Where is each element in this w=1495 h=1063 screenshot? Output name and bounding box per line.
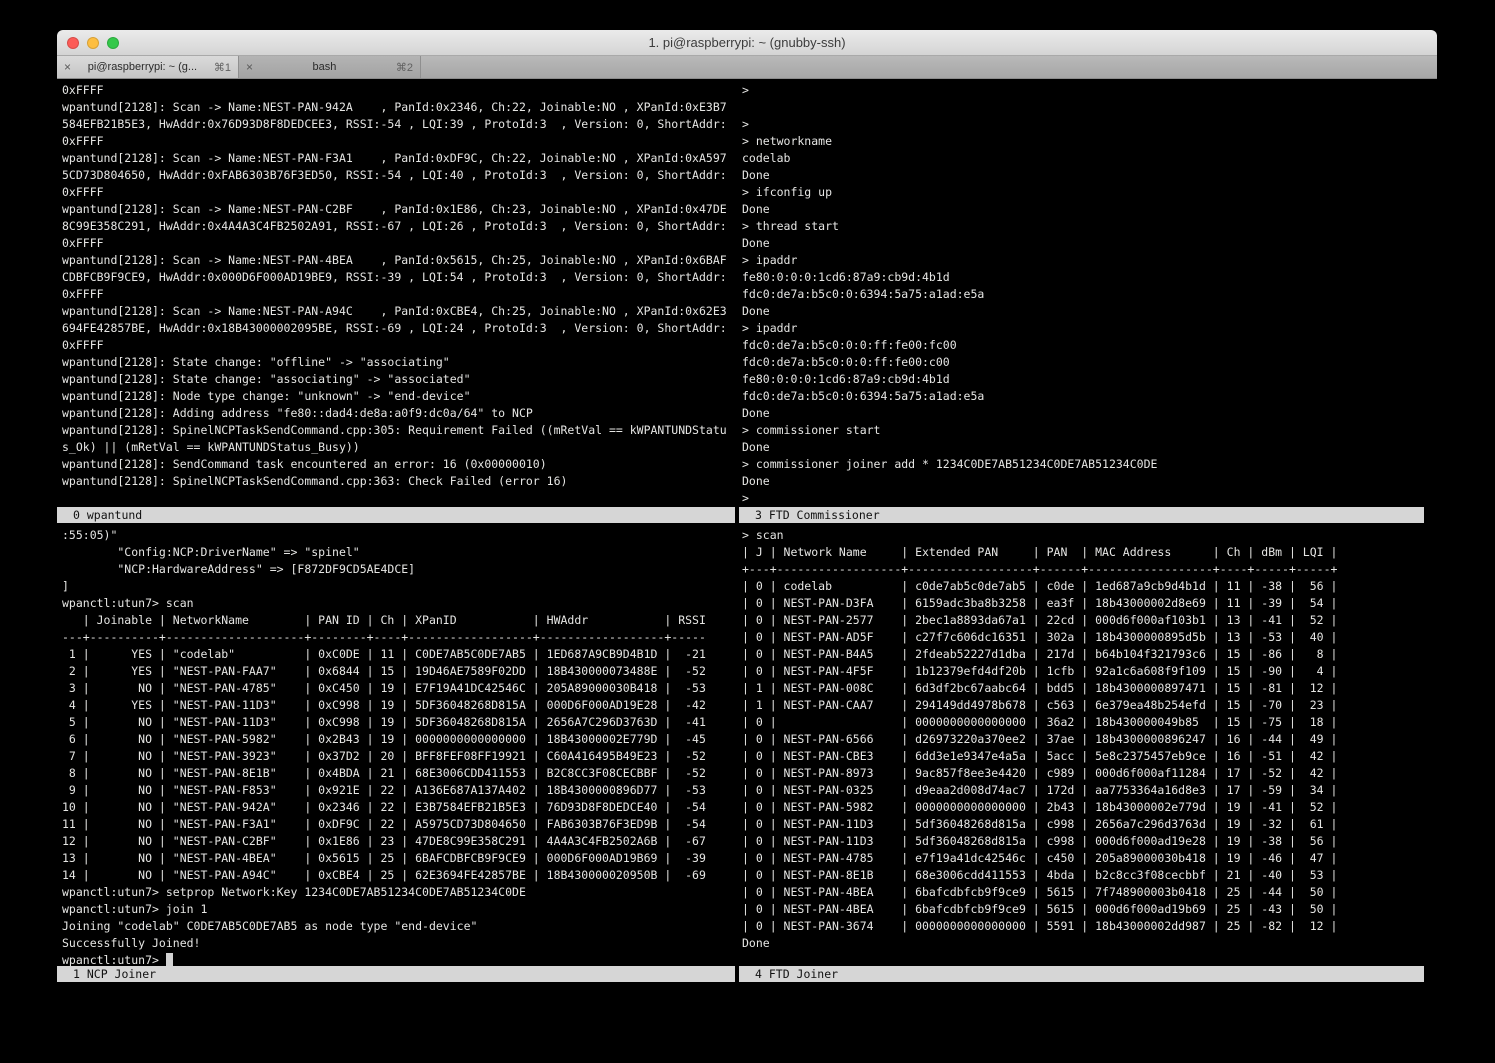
tab-label: pi@raspberrypi: ~ (g... (77, 61, 208, 73)
desktop-background: 1. pi@raspberrypi: ~ (gnubby-ssh) × pi@r… (0, 0, 1495, 1063)
tab-shortcut: ⌘2 (396, 61, 413, 74)
pane-wpantund: 0xFFFF wpantund[2128]: Scan -> Name:NEST… (57, 79, 735, 523)
traffic-lights (67, 30, 119, 55)
pane-ftd-commissioner-statusbar: 3 FTD Commissioner (739, 507, 1424, 523)
tab-terminal-2[interactable]: × bash ⌘2 (239, 56, 421, 78)
tab-label: bash (259, 61, 390, 73)
tab-close-icon[interactable]: × (64, 60, 71, 74)
empty-terminal-area (739, 982, 1424, 1063)
tab-bar: × pi@raspberrypi: ~ (g... ⌘1 × bash ⌘2 (57, 56, 1437, 79)
pane-wpantund-output[interactable]: 0xFFFF wpantund[2128]: Scan -> Name:NEST… (57, 79, 735, 507)
tab-close-icon[interactable]: × (246, 60, 253, 74)
pane-wpantund-statusbar: 0 wpantund (57, 507, 735, 523)
pane-status-label: 3 FTD Commissioner (755, 508, 880, 522)
tab-terminal-1[interactable]: × pi@raspberrypi: ~ (g... ⌘1 (57, 56, 239, 78)
zoom-button[interactable] (107, 37, 119, 49)
pane-status-label: 4 FTD Joiner (755, 967, 838, 981)
pane-ftd-joiner-statusbar: 4 FTD Joiner (739, 966, 1424, 982)
window-title: 1. pi@raspberrypi: ~ (gnubby-ssh) (648, 35, 845, 50)
window-titlebar[interactable]: 1. pi@raspberrypi: ~ (gnubby-ssh) (57, 30, 1437, 56)
terminal-area: 0xFFFF wpantund[2128]: Scan -> Name:NEST… (57, 79, 1437, 1063)
text-cursor (166, 953, 173, 966)
pane-ftd-joiner-output[interactable]: > scan | J | Network Name | Extended PAN… (739, 523, 1424, 966)
pane-ncp-joiner-output[interactable]: :55:05)" "Config:NCP:DriverName" => "spi… (57, 523, 735, 966)
left-pane-column: 0xFFFF wpantund[2128]: Scan -> Name:NEST… (57, 79, 735, 1063)
pane-ftd-joiner: > scan | J | Network Name | Extended PAN… (739, 523, 1424, 982)
right-pane-column: > > > networkname codelab Done > ifconfi… (739, 79, 1437, 1063)
pane-ncp-joiner-statusbar: 1 NCP Joiner (57, 966, 735, 982)
empty-terminal-area (57, 982, 735, 1063)
pane-ftd-commissioner: > > > networkname codelab Done > ifconfi… (739, 79, 1424, 523)
pane-ftd-commissioner-output[interactable]: > > > networkname codelab Done > ifconfi… (739, 79, 1424, 507)
terminal-window: 1. pi@raspberrypi: ~ (gnubby-ssh) × pi@r… (57, 30, 1437, 1063)
pane-status-label: 1 NCP Joiner (73, 967, 156, 981)
close-button[interactable] (67, 37, 79, 49)
pane-ncp-joiner: :55:05)" "Config:NCP:DriverName" => "spi… (57, 523, 735, 982)
minimize-button[interactable] (87, 37, 99, 49)
tab-shortcut: ⌘1 (214, 61, 231, 74)
pane-status-label: 0 wpantund (73, 508, 142, 522)
